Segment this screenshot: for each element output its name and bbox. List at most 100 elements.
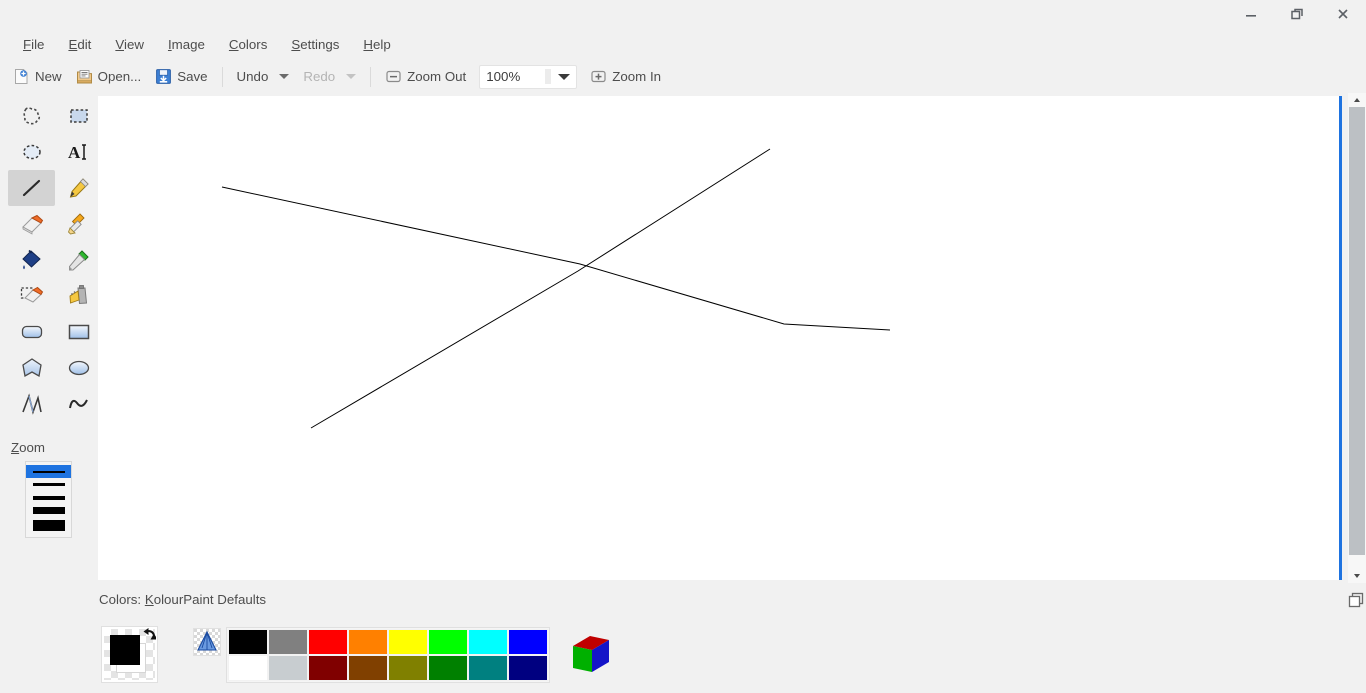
palette-swatch-brown[interactable] xyxy=(348,655,388,681)
undo-button[interactable]: Undo xyxy=(230,64,273,90)
undo-dropdown-button[interactable] xyxy=(272,64,296,90)
brush-tool[interactable] xyxy=(55,206,102,242)
line-width-option-8[interactable] xyxy=(26,517,71,533)
pen-tool[interactable] xyxy=(55,170,102,206)
redo-dropdown-button[interactable] xyxy=(339,64,363,90)
line-icon xyxy=(22,179,40,197)
zoom-out-button[interactable]: Zoom Out xyxy=(378,64,473,90)
scrollbar-thumb[interactable] xyxy=(1349,107,1365,555)
zoom-level-combobox[interactable]: 100% xyxy=(479,64,578,89)
line-width-option-5[interactable] xyxy=(26,504,71,517)
menu-settings[interactable]: Settings xyxy=(279,34,351,55)
rounded-rectangle-icon xyxy=(21,325,42,339)
palette-swatch-blue[interactable] xyxy=(508,629,548,655)
palette-swatch-white[interactable] xyxy=(228,655,268,681)
close-button[interactable] xyxy=(1320,0,1366,28)
colors-label-prefix: Colors: xyxy=(99,592,145,607)
elliptical-select-tool[interactable] xyxy=(8,134,55,170)
new-button[interactable]: New xyxy=(6,64,69,90)
rectangle-icon xyxy=(68,324,89,340)
color-eraser-icon xyxy=(20,286,43,303)
menu-colors-label: olors xyxy=(238,36,268,52)
menu-edit[interactable]: Edit xyxy=(56,34,103,55)
rectangle-tool[interactable] xyxy=(55,314,102,350)
rounded-rectangle-tool[interactable] xyxy=(8,314,55,350)
flood-fill-tool[interactable] xyxy=(8,242,55,278)
save-button[interactable]: Save xyxy=(148,64,214,90)
zoom-section-label-text: oom xyxy=(19,440,45,455)
ellipse-tool[interactable] xyxy=(55,350,102,386)
ellipse-icon xyxy=(68,360,89,376)
undo-button-label: Undo xyxy=(236,69,269,84)
palette-swatch-dark-green[interactable] xyxy=(428,655,468,681)
redo-button[interactable]: Redo xyxy=(296,64,339,90)
vertical-scrollbar[interactable] xyxy=(1348,93,1366,583)
palette-swatch-green[interactable] xyxy=(428,629,468,655)
line-ascending xyxy=(310,148,771,429)
palette-swatch-red[interactable] xyxy=(308,629,348,655)
scroll-up-arrow[interactable] xyxy=(1348,93,1366,107)
transparent-pyramid-icon xyxy=(194,629,220,655)
menu-image[interactable]: Image xyxy=(156,34,217,55)
drawing-canvas[interactable] xyxy=(98,96,1341,580)
menu-file[interactable]: File xyxy=(11,34,56,55)
color-eraser-tool[interactable] xyxy=(8,278,55,314)
menu-colors[interactable]: Colors xyxy=(217,34,279,55)
palette-swatch-cyan[interactable] xyxy=(468,629,508,655)
text-tool[interactable]: A xyxy=(55,134,102,170)
palette-swatch-light-gray[interactable] xyxy=(268,655,308,681)
eraser-tool[interactable] xyxy=(8,206,55,242)
line-width-option-1[interactable] xyxy=(26,465,71,478)
line-width-option-3[interactable] xyxy=(26,491,71,504)
tool-palette: A Zoom xyxy=(0,96,98,584)
menu-file-label: ile xyxy=(31,36,45,52)
spraycan-tool[interactable] xyxy=(55,278,102,314)
chevron-down-icon[interactable] xyxy=(558,73,571,80)
palette-swatch-orange[interactable] xyxy=(348,629,388,655)
zoom-in-button[interactable]: Zoom In xyxy=(583,64,668,90)
menu-help[interactable]: Help xyxy=(351,34,402,55)
menu-edit-label: dit xyxy=(77,36,92,52)
text-icon: A xyxy=(68,143,86,162)
kolourpaint-window: File Edit View Image Colors Settings Hel… xyxy=(0,0,1366,693)
transparent-color-button[interactable] xyxy=(193,628,221,656)
open-button[interactable]: Open... xyxy=(69,64,149,90)
palette-swatch-olive[interactable] xyxy=(388,655,428,681)
palette-swatch-dark-red[interactable] xyxy=(308,655,348,681)
elliptical-select-icon xyxy=(22,144,41,160)
free-form-select-tool[interactable] xyxy=(8,98,55,134)
palette-swatch-black[interactable] xyxy=(228,629,268,655)
foreground-background-color-swatch[interactable] xyxy=(101,626,158,683)
restore-button[interactable] xyxy=(1274,0,1320,28)
color-picker-icon xyxy=(68,250,89,271)
palette-swatch-teal[interactable] xyxy=(468,655,508,681)
float-dock-button[interactable] xyxy=(1348,592,1364,608)
colors-dock-title: Colors: KolourPaint Defaults xyxy=(99,592,267,607)
palette-swatch-yellow[interactable] xyxy=(388,629,428,655)
line-width-option-2[interactable] xyxy=(26,478,71,491)
svg-text:A: A xyxy=(68,143,81,162)
menu-help-label: elp xyxy=(373,36,391,52)
eraser-icon xyxy=(21,214,43,235)
connected-lines-tool[interactable] xyxy=(8,386,55,422)
palette-swatch-gray[interactable] xyxy=(268,629,308,655)
color-picker-tool[interactable] xyxy=(55,242,102,278)
rectangular-select-tool[interactable] xyxy=(55,98,102,134)
chevron-down-icon xyxy=(279,74,290,79)
menu-view[interactable]: View xyxy=(103,34,156,55)
swap-colors-icon[interactable] xyxy=(134,627,156,649)
curve-tool[interactable] xyxy=(55,386,102,422)
toolbar-separator-2 xyxy=(370,66,372,87)
polygon-tool[interactable] xyxy=(8,350,55,386)
palette-swatch-navy[interactable] xyxy=(508,655,548,681)
line-tool[interactable] xyxy=(8,170,55,206)
curve-icon xyxy=(68,399,88,409)
minimize-button[interactable] xyxy=(1228,0,1274,28)
line-width-selector[interactable] xyxy=(25,461,72,538)
pencil-icon xyxy=(69,178,89,198)
zoom-level-value: 100% xyxy=(486,69,521,84)
color-cube-icon[interactable] xyxy=(568,632,614,678)
text-cursor xyxy=(545,69,552,84)
scroll-down-arrow[interactable] xyxy=(1348,569,1366,583)
save-button-label: Save xyxy=(177,69,208,84)
